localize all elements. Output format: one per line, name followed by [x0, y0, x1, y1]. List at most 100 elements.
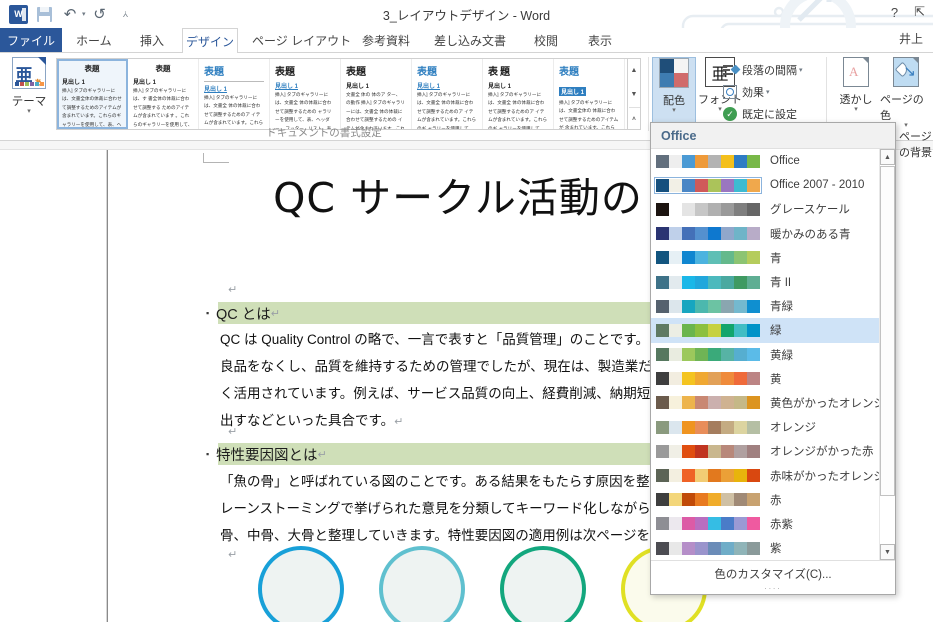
- color-theme-label: 青: [770, 252, 782, 265]
- gallery-title: 表題: [204, 67, 224, 78]
- effects-button[interactable]: 効果 ▾: [722, 81, 822, 103]
- style-set-gallery[interactable]: 表題 見出し 1 挿入] タブのギャラリーには、文書全体の体裁に合わせて調整する…: [56, 58, 628, 130]
- tab-references[interactable]: 参考資料: [352, 28, 420, 52]
- color-theme-item-8[interactable]: 緑: [651, 318, 879, 343]
- gallery-heading: 見出し 1: [559, 87, 587, 96]
- tab-home[interactable]: ホーム: [66, 28, 122, 52]
- color-theme-item-4[interactable]: 暖かみのある青: [651, 222, 879, 246]
- section-heading-1-text: QC とは: [216, 306, 271, 323]
- gallery-scrollbar[interactable]: ▲ ▼ ⩚: [628, 58, 641, 130]
- section-heading-1[interactable]: ▪ QC とは ↵: [206, 302, 698, 324]
- diagram-circle-1[interactable]: [258, 546, 344, 622]
- page-color-icon: ↘: [893, 57, 919, 87]
- scrollbar-thumb[interactable]: [880, 166, 895, 496]
- tab-view[interactable]: 表示: [578, 28, 622, 52]
- color-swatch-row: [656, 420, 760, 434]
- watermark-caret-icon[interactable]: ▾: [854, 106, 858, 113]
- scroll-down-icon[interactable]: ▼: [880, 544, 895, 560]
- color-theme-item-5[interactable]: 青: [651, 246, 879, 270]
- paragraph-mark: ↵: [317, 448, 327, 461]
- page-corner-mark: [203, 153, 229, 163]
- color-swatch-row: [656, 444, 760, 458]
- color-theme-label: 緑: [770, 325, 782, 338]
- set-as-default-label: 既定に設定: [742, 109, 797, 121]
- color-theme-item-11[interactable]: 黄色がかったオレンジ: [651, 391, 885, 415]
- color-swatch-row: [656, 348, 760, 362]
- effects-icon: [722, 84, 738, 100]
- themes-caret-icon[interactable]: ▾: [27, 108, 31, 115]
- color-theme-dropdown[interactable]: Office Office Office 2007 - 2010 グレースケール 暖か…: [650, 122, 896, 595]
- ribbon-display-options-icon[interactable]: ⇱: [914, 4, 925, 20]
- color-theme-item-14[interactable]: 赤味がかったオレンジ: [651, 463, 885, 487]
- user-account-name[interactable]: 井上: [899, 30, 923, 47]
- dropdown-scrollbar[interactable]: ▲ ▼: [879, 149, 895, 560]
- color-theme-item-12[interactable]: オレンジ: [651, 415, 879, 439]
- heading-bullet-icon: ▪: [206, 449, 210, 459]
- color-theme-label: 黄緑: [770, 349, 793, 362]
- gallery-title: 表題: [155, 64, 171, 73]
- color-swatch-row: [656, 469, 760, 483]
- color-theme-label: 青 II: [770, 277, 792, 290]
- gallery-heading: 見出し 1: [488, 84, 512, 90]
- style-gallery-item-4[interactable]: 表題 見出し 1 挿入] タブのギャラリーには、文書全 体の体裁に合わせて調整す…: [270, 59, 341, 129]
- tab-review[interactable]: 校閲: [524, 28, 568, 52]
- style-gallery-item-1[interactable]: 表題 見出し 1 挿入] タブのギャラリーには、文書全体の体裁に合わせて調整する…: [57, 59, 128, 129]
- document-title: 3_レイアウトデザイン - Word: [382, 8, 551, 23]
- color-theme-item-17[interactable]: 紫: [651, 536, 879, 560]
- gallery-title: 表題: [275, 67, 295, 78]
- gallery-heading: 見出し 1: [62, 80, 86, 86]
- themes-button[interactable]: 亜ぁ テーマ ▾: [6, 57, 52, 133]
- color-theme-label: 黄: [770, 373, 782, 386]
- color-swatch-row: [656, 299, 760, 313]
- tab-mailings[interactable]: 差し込み文書: [424, 28, 516, 52]
- color-theme-item-3[interactable]: グレースケール: [651, 197, 879, 221]
- color-theme-label: 黄色がかったオレンジ: [770, 397, 885, 410]
- customize-colors-button[interactable]: 色のカスタマイズ(C)... ....: [651, 560, 895, 594]
- gallery-heading: 見出し 1: [346, 84, 370, 90]
- color-theme-item-10[interactable]: 黄: [651, 367, 879, 391]
- color-swatch-row: [656, 396, 760, 410]
- paragraph-spacing-button[interactable]: 段落の間隔 ▾: [722, 59, 822, 81]
- tab-insert[interactable]: 挿入: [130, 28, 174, 52]
- color-theme-item-13[interactable]: オレンジがかった赤: [651, 439, 879, 463]
- style-gallery-item-3[interactable]: 表題 見出し 1 挿入] タブのギャラリーには、文書全 体の体裁に合わせて調整す…: [199, 59, 270, 129]
- diagram-circles[interactable]: [258, 546, 707, 622]
- tab-file[interactable]: ファイル: [0, 28, 62, 52]
- color-theme-label: 赤紫: [770, 518, 793, 531]
- effects-label: 効果: [742, 87, 764, 99]
- gallery-scroll-up-icon[interactable]: ▲: [629, 59, 640, 81]
- help-icon[interactable]: ?: [891, 5, 898, 20]
- gallery-title: 表題: [417, 67, 437, 78]
- style-gallery-item-8[interactable]: 表題 見出し 1 挿入] タブのギャラリーには、文書全体の 体裁に合わせて調整す…: [554, 59, 625, 129]
- scroll-up-icon[interactable]: ▲: [880, 149, 895, 165]
- color-theme-item-7[interactable]: 青緑: [651, 294, 879, 318]
- color-swatch-row: [656, 517, 760, 531]
- diagram-circle-3[interactable]: [500, 546, 586, 622]
- gallery-heading: 見出し 1: [204, 87, 228, 93]
- color-theme-item-15[interactable]: 赤: [651, 488, 879, 512]
- colors-caret-icon[interactable]: ▾: [672, 107, 676, 114]
- resize-grip-icon[interactable]: ....: [765, 583, 782, 591]
- tab-design[interactable]: デザイン: [182, 28, 238, 53]
- gallery-body: 挿入] タブのギャラリーには、文書全 体の体裁に合わせて調整するためのア イテム…: [488, 92, 548, 129]
- gallery-body: 文書全 体の 体のア ター、 の動作 挿入] タブのギャラリーには、文書全 体の…: [346, 92, 405, 129]
- color-theme-item-9[interactable]: 黄緑: [651, 343, 879, 367]
- color-theme-item-2[interactable]: Office 2007 - 2010: [651, 173, 879, 197]
- style-gallery-item-6[interactable]: 表題 見出し 1 挿入] タブのギャラリーには、文書全 体の体裁に合わせて調整す…: [412, 59, 483, 129]
- section-heading-2[interactable]: ▪ 特性要因図とは ↵: [206, 443, 698, 465]
- tab-page-layout[interactable]: ページ レイアウト: [242, 28, 361, 52]
- color-theme-list[interactable]: Office Office 2007 - 2010 グレースケール 暖かみのある青青青…: [651, 149, 885, 560]
- paragraph-mark: ↵: [228, 426, 238, 438]
- paragraph-spacing-caret-icon[interactable]: ▾: [799, 66, 803, 74]
- style-gallery-item-5[interactable]: 表題 見出し 1 文書全 体の 体のア ター、 の動作 挿入] タブのギャラリー…: [341, 59, 412, 129]
- style-gallery-item-2[interactable]: 表題 見出し 1 挿入] タブのギャラリーには、す 書全体の体裁に合わせて調整す…: [128, 59, 199, 129]
- titlebar-buttons: ? ⇱: [891, 4, 925, 20]
- color-theme-item-6[interactable]: 青 II: [651, 270, 879, 294]
- color-theme-item-1[interactable]: Office: [651, 149, 879, 173]
- effects-caret-icon[interactable]: ▾: [766, 88, 770, 96]
- color-theme-item-16[interactable]: 赤紫: [651, 512, 879, 536]
- gallery-scroll-down-icon[interactable]: ▼: [629, 83, 640, 105]
- group-label-document-formatting: ドキュメントの書式設定: [266, 127, 382, 139]
- diagram-circle-2[interactable]: [379, 546, 465, 622]
- style-gallery-item-7[interactable]: 表題 見出し 1 挿入] タブのギャラリーには、文書全 体の体裁に合わせて調整す…: [483, 59, 554, 129]
